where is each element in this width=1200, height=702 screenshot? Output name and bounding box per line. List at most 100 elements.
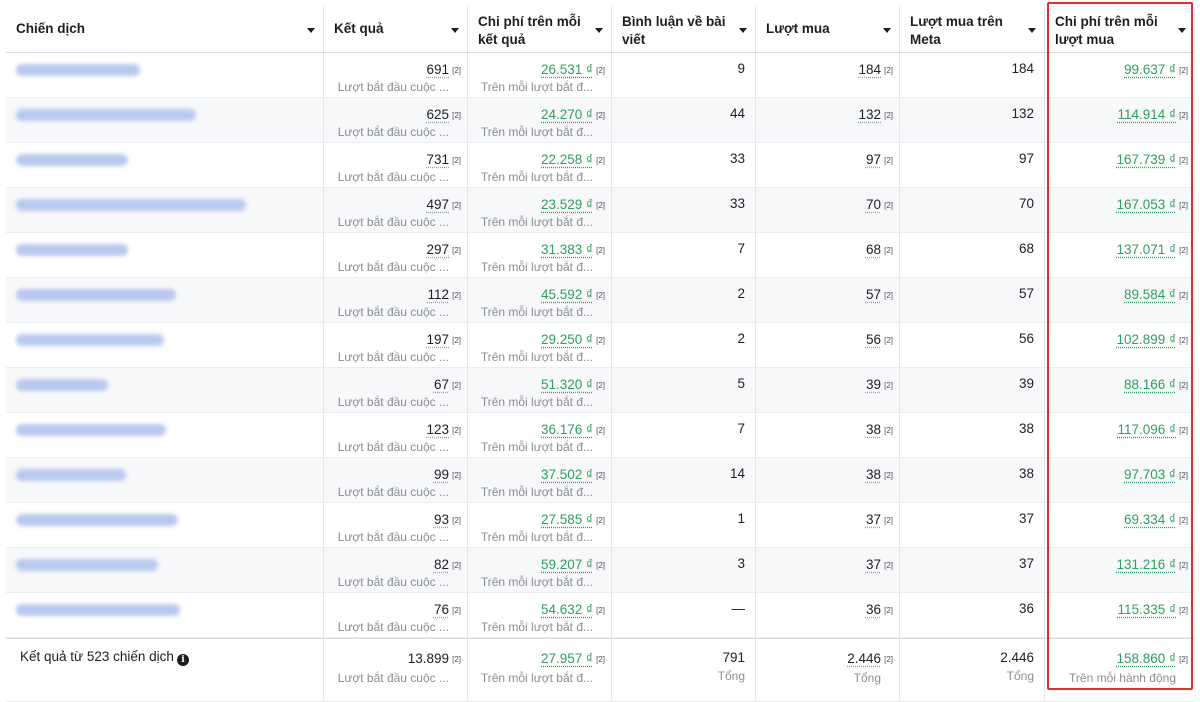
campaign-name-cell[interactable]: [6, 458, 324, 502]
cost-per-purchase-value[interactable]: 137.071 ₫: [1117, 242, 1176, 257]
results-value[interactable]: 197: [426, 332, 449, 347]
chevron-down-icon[interactable]: [1028, 28, 1036, 33]
cost-per-result-value[interactable]: 26.531 ₫: [541, 62, 593, 77]
results-value[interactable]: 76: [434, 602, 449, 617]
cost-per-result-value[interactable]: 36.176 ₫: [541, 422, 593, 437]
cost-per-purchase-value[interactable]: 167.053 ₫: [1117, 197, 1176, 212]
cost-per-purchase-value[interactable]: 115.335 ₫: [1118, 602, 1176, 617]
cost-per-result-value[interactable]: 37.502 ₫: [541, 467, 593, 482]
chevron-down-icon[interactable]: [883, 28, 891, 33]
campaign-name-redacted[interactable]: [16, 379, 108, 391]
results-value[interactable]: 731: [426, 152, 449, 167]
cost-per-purchase-value[interactable]: 89.584 ₫: [1124, 287, 1176, 302]
totals-cost-per-result-value[interactable]: 27.957 ₫: [541, 651, 593, 666]
purchases-value[interactable]: 184: [858, 62, 881, 77]
campaign-name-cell[interactable]: [6, 278, 324, 322]
chevron-down-icon[interactable]: [1178, 28, 1186, 33]
column-header-results[interactable]: Kết quả: [324, 6, 468, 52]
chevron-down-icon[interactable]: [739, 28, 747, 33]
purchases-value[interactable]: 97: [866, 152, 881, 167]
campaign-name-cell[interactable]: [6, 143, 324, 187]
cost-per-purchase-value[interactable]: 131.216 ₫: [1117, 557, 1176, 572]
campaign-name-redacted[interactable]: [16, 514, 178, 526]
cost-per-purchase-value[interactable]: 97.703 ₫: [1124, 467, 1176, 482]
cost-per-purchase-value[interactable]: 114.914 ₫: [1118, 107, 1176, 122]
campaign-name-redacted[interactable]: [16, 334, 164, 346]
chevron-down-icon[interactable]: [451, 28, 459, 33]
campaign-name-redacted[interactable]: [16, 424, 166, 436]
purchases-value[interactable]: 39: [866, 377, 881, 392]
info-icon[interactable]: i: [177, 654, 189, 666]
campaign-name-cell[interactable]: [6, 53, 324, 97]
campaign-name-cell[interactable]: [6, 188, 324, 232]
cost-per-result-value[interactable]: 23.529 ₫: [541, 197, 593, 212]
purchases-value[interactable]: 37: [866, 557, 881, 572]
results-value[interactable]: 497: [426, 197, 449, 212]
comments-cell: 44: [612, 98, 756, 142]
purchases-value[interactable]: 38: [866, 422, 881, 437]
column-header-post-comments[interactable]: Bình luận về bài viết: [612, 6, 756, 52]
cost-per-result-value[interactable]: 54.632 ₫: [541, 602, 593, 617]
purchases-cell: 36 [2]: [756, 593, 900, 637]
results-value[interactable]: 123: [426, 422, 449, 437]
campaign-name-cell[interactable]: [6, 413, 324, 457]
results-value[interactable]: 625: [426, 107, 449, 122]
cost-per-purchase-value[interactable]: 117.096 ₫: [1118, 422, 1176, 437]
purchases-value[interactable]: 132: [858, 107, 881, 122]
results-value[interactable]: 67: [434, 377, 449, 392]
chevron-down-icon[interactable]: [595, 28, 603, 33]
campaign-name-redacted[interactable]: [16, 289, 176, 301]
totals-cost-per-purchase-value[interactable]: 158.860 ₫: [1117, 651, 1176, 666]
campaign-name-redacted[interactable]: [16, 244, 128, 256]
footnote-marker: [2]: [884, 107, 893, 124]
cost-per-result-value[interactable]: 51.320 ₫: [541, 377, 593, 392]
cost-per-result-value[interactable]: 22.258 ₫: [541, 152, 593, 167]
campaign-name-cell[interactable]: [6, 98, 324, 142]
purchases-value[interactable]: 38: [866, 467, 881, 482]
cost-per-purchase-value[interactable]: 69.334 ₫: [1124, 512, 1176, 527]
campaign-name-redacted[interactable]: [16, 559, 158, 571]
cost-per-result-value[interactable]: 27.585 ₫: [541, 512, 593, 527]
column-header-cost-per-result[interactable]: Chi phí trên mỗi kết quả: [468, 6, 612, 52]
campaign-name-redacted[interactable]: [16, 64, 140, 76]
results-value[interactable]: 691: [426, 62, 449, 77]
campaign-name-redacted[interactable]: [16, 469, 126, 481]
purchases-value[interactable]: 70: [866, 197, 881, 212]
cost-per-result-value[interactable]: 24.270 ₫: [541, 107, 593, 122]
column-header-cost-per-purchase[interactable]: Chi phí trên mỗi lượt mua: [1045, 6, 1194, 52]
campaign-name-redacted[interactable]: [16, 604, 180, 616]
results-value[interactable]: 93: [434, 512, 449, 527]
campaign-name-cell[interactable]: [6, 593, 324, 637]
cost-per-result-value[interactable]: 31.383 ₫: [541, 242, 593, 257]
campaign-name-redacted[interactable]: [16, 154, 128, 166]
campaign-name-cell[interactable]: [6, 368, 324, 412]
purchases-value[interactable]: 37: [866, 512, 881, 527]
cost-per-result-value[interactable]: 29.250 ₫: [541, 332, 593, 347]
column-header-purchases[interactable]: Lượt mua: [756, 6, 900, 52]
cost-per-purchase-value[interactable]: 102.899 ₫: [1117, 332, 1176, 347]
column-header-campaign[interactable]: Chiến dịch: [6, 6, 324, 52]
results-value[interactable]: 99: [434, 467, 449, 482]
campaign-name-cell[interactable]: [6, 233, 324, 277]
cost-per-result-value[interactable]: 45.592 ₫: [541, 287, 593, 302]
results-value[interactable]: 112: [427, 287, 449, 302]
purchases-value[interactable]: 68: [866, 242, 881, 257]
results-value[interactable]: 297: [426, 242, 449, 257]
purchases-value[interactable]: 56: [866, 332, 881, 347]
chevron-down-icon[interactable]: [307, 28, 315, 33]
cost-per-result-cell: 36.176 ₫ [2] Trên mỗi lượt bắt đ...: [468, 413, 612, 457]
cost-per-purchase-value[interactable]: 88.166 ₫: [1124, 377, 1176, 392]
cost-per-purchase-value[interactable]: 167.739 ₫: [1117, 152, 1176, 167]
campaign-name-redacted[interactable]: [16, 199, 246, 211]
campaign-name-redacted[interactable]: [16, 109, 196, 121]
campaign-name-cell[interactable]: [6, 503, 324, 547]
campaign-name-cell[interactable]: [6, 323, 324, 367]
cost-per-purchase-value[interactable]: 99.637 ₫: [1124, 62, 1176, 77]
totals-purchases-value[interactable]: 2.446: [847, 651, 881, 666]
campaign-name-cell[interactable]: [6, 548, 324, 592]
purchases-value[interactable]: 57: [866, 287, 881, 302]
purchases-value[interactable]: 36: [866, 602, 881, 617]
column-header-meta-purchases[interactable]: Lượt mua trên Meta: [900, 6, 1045, 52]
cost-per-result-value[interactable]: 59.207 ₫: [541, 557, 593, 572]
results-value[interactable]: 82: [434, 557, 449, 572]
